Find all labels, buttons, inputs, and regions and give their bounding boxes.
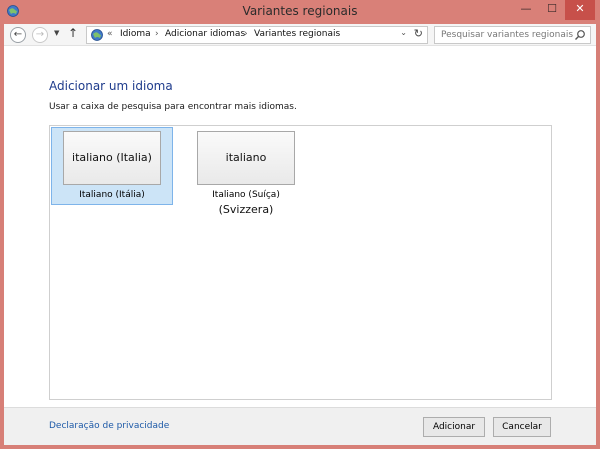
search-input[interactable]: Pesquisar variantes regionais [441, 30, 573, 40]
navigation-bar: ← → ▼ ↑ « Idioma › Adicionar idiomas › V… [4, 24, 596, 46]
search-box[interactable]: Pesquisar variantes regionais [434, 26, 591, 44]
window: Variantes regionais — ☐ ✕ ← → ▼ ↑ « Idio… [0, 0, 600, 449]
variant-native-name: italiano (Svizzera) [197, 131, 295, 216]
close-button[interactable]: ✕ [565, 0, 595, 20]
refresh-icon[interactable]: ↻ [414, 27, 423, 40]
breadcrumb-overflow[interactable]: « [107, 29, 113, 39]
privacy-link[interactable]: Declaração de privacidade [49, 421, 169, 431]
window-title: Variantes regionais [242, 4, 358, 18]
minimize-button[interactable]: — [513, 0, 539, 20]
search-icon[interactable] [574, 29, 586, 41]
variant-tile-svizzera[interactable]: italiano (Svizzera) Italiano (Suíça) [185, 127, 307, 216]
page-title: Adicionar um idioma [49, 79, 173, 93]
variant-list: italiano (Italia) Italiano (Itália) ital… [49, 125, 552, 400]
address-bar[interactable]: « Idioma › Adicionar idiomas › Variantes… [86, 26, 428, 44]
client-area: ← → ▼ ↑ « Idioma › Adicionar idiomas › V… [4, 24, 596, 445]
breadcrumb-idioma[interactable]: Idioma [120, 29, 151, 39]
control-panel-icon [91, 29, 103, 41]
breadcrumb-separator[interactable]: › [244, 29, 248, 39]
add-button[interactable]: Adicionar [423, 417, 485, 437]
variant-tile-italia[interactable]: italiano (Italia) Italiano (Itália) [51, 127, 173, 205]
breadcrumb-variantes-regionais[interactable]: Variantes regionais [254, 29, 340, 39]
cancel-button[interactable]: Cancelar [493, 417, 551, 437]
recent-locations-icon[interactable]: ▼ [54, 29, 59, 37]
address-dropdown-icon[interactable]: ⌄ [400, 28, 407, 37]
variant-caption: Italiano (Itália) [79, 190, 145, 200]
footer: Declaração de privacidade Adicionar Canc… [4, 407, 596, 445]
title-bar[interactable]: Variantes regionais — ☐ ✕ [0, 0, 600, 24]
variant-caption: Italiano (Suíça) [212, 190, 280, 200]
up-button[interactable]: ↑ [68, 26, 78, 40]
breadcrumb-adicionar-idiomas[interactable]: Adicionar idiomas [165, 29, 245, 39]
forward-button[interactable]: → [32, 27, 48, 43]
maximize-button[interactable]: ☐ [539, 0, 565, 20]
instruction-text: Usar a caixa de pesquisa para encontrar … [49, 102, 297, 112]
variant-native-name: italiano (Italia) [63, 131, 161, 185]
breadcrumb-separator[interactable]: › [155, 29, 159, 39]
back-button[interactable]: ← [10, 27, 26, 43]
